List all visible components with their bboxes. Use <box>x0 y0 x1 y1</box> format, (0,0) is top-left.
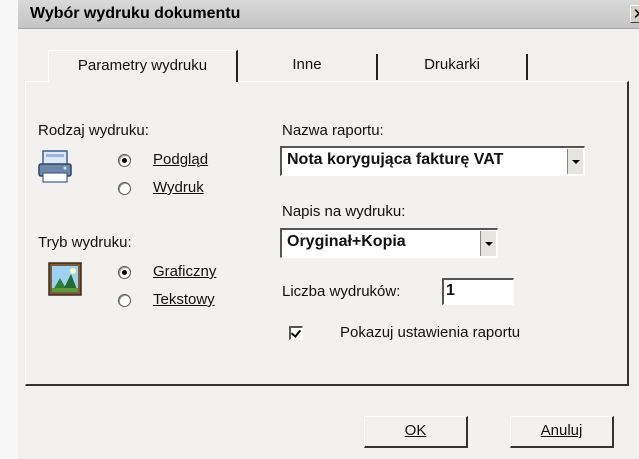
tab-drukarki[interactable]: Drukarki <box>378 54 528 80</box>
radio-podglad[interactable] <box>118 154 131 167</box>
close-icon: ✕ <box>632 6 639 23</box>
tab-label: Drukarki <box>424 56 480 73</box>
radio-wydruk[interactable] <box>118 182 131 195</box>
report-name-label: Nazwa raportu: <box>282 122 384 139</box>
tab-label: Parametry wydruku <box>77 57 208 74</box>
ok-button[interactable]: OK <box>364 416 468 448</box>
chevron-down-icon[interactable] <box>480 231 496 256</box>
report-name-value: Nota korygująca fakturę VAT <box>287 151 504 168</box>
radio-tekstowy-label[interactable]: Tekstowy <box>153 291 215 308</box>
print-caption-label: Napis na wydruku: <box>282 203 406 220</box>
cancel-button[interactable]: Anuluj <box>510 416 614 448</box>
close-button[interactable]: ✕ <box>630 5 639 23</box>
tab-inne[interactable]: Inne <box>238 54 378 80</box>
radio-podglad-label[interactable]: Podgląd <box>153 151 208 168</box>
report-name-select[interactable]: Nota korygująca fakturę VAT <box>280 146 585 176</box>
radio-graficzny-label[interactable]: Graficzny <box>153 263 216 280</box>
title-bar[interactable]: Wybór wydruku dokumentu ✕ <box>18 0 639 29</box>
print-type-label: Rodzaj wydruku: <box>38 122 149 139</box>
chevron-down-icon[interactable] <box>567 149 583 174</box>
radio-wydruk-label[interactable]: Wydruk <box>153 179 204 196</box>
copies-input[interactable]: 1 <box>442 278 514 305</box>
print-caption-value: Oryginał+Kopia <box>287 233 406 250</box>
radio-graficzny[interactable] <box>118 266 131 279</box>
tab-label: Inne <box>292 56 322 73</box>
show-settings-label[interactable]: Pokazuj ustawienia raportu <box>340 324 520 341</box>
background-strip <box>0 0 18 459</box>
cancel-button-label: Anuluj <box>540 422 583 439</box>
print-mode-label: Tryb wydruku: <box>38 234 132 251</box>
tab-parametry-wydruku[interactable]: Parametry wydruku <box>48 50 238 82</box>
print-caption-select[interactable]: Oryginał+Kopia <box>280 228 498 258</box>
ok-button-label: OK <box>404 422 427 439</box>
printer-icon <box>38 150 72 184</box>
show-settings-checkbox[interactable] <box>289 326 303 340</box>
window-title: Wybór wydruku dokumentu <box>30 5 241 22</box>
copies-label: Liczba wydruków: <box>282 283 401 300</box>
radio-tekstowy[interactable] <box>118 294 131 307</box>
picture-icon <box>48 262 82 296</box>
